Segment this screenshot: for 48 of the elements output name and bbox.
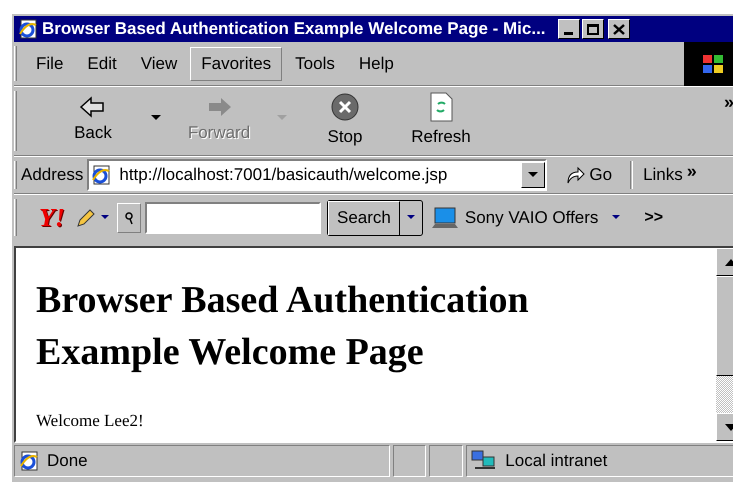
dropdown-caret-icon[interactable] [151,115,161,121]
browser-logo-icon [18,19,38,39]
menu-item[interactable]: Help [348,46,405,80]
address-label: Address [21,164,84,186]
left-arrow-icon [79,96,107,118]
status-text: Done [47,450,88,472]
caret-icon [406,215,415,220]
window-title: Browser Based Authentication Example Welcome Page - Mic... [42,18,546,40]
close-button[interactable] [608,19,630,39]
caret-icon [528,172,538,178]
address-field[interactable]: http://localhost:7001/basicauth/welcome.jsp [87,159,548,191]
more-chevron[interactable]: » [724,89,733,155]
pencil-icon[interactable] [75,206,97,228]
toolbar-button[interactable]: Back [55,96,131,146]
page-icon [91,165,112,185]
dropdown-caret-icon[interactable] [101,215,109,220]
links-button[interactable]: Links [643,162,683,188]
status-panel [392,445,426,477]
status-panel [429,445,464,477]
menu-item[interactable]: Favorites [190,46,282,80]
curved-arrow-icon [565,166,586,184]
welcome-text: Welcome Lee2! [36,410,145,432]
stop-icon [330,92,360,122]
refresh-icon [428,92,454,122]
network-computers-icon [471,450,498,472]
more-chevron[interactable]: » [686,158,697,184]
maximize-button[interactable] [582,19,604,39]
laptop-icon [430,206,459,230]
minimize-button[interactable] [558,19,580,39]
more-chevron[interactable]: >> [644,206,664,230]
throbber-logo-icon [684,42,733,86]
address-dropdown-button[interactable] [521,162,546,188]
toolbar-button[interactable]: Stop [307,92,383,150]
search-icon[interactable] [117,202,141,232]
toolbar-button[interactable]: Refresh [403,92,479,150]
search-field[interactable] [145,202,321,234]
close-icon [612,24,625,34]
page-icon [19,451,39,471]
search-button[interactable]: Search [328,200,400,234]
zone-text: Local intranet [505,450,608,472]
menu-item[interactable]: File [25,46,74,80]
menu-item[interactable]: Tools [284,46,346,80]
menu-item[interactable]: View [130,46,188,80]
dropdown-caret-icon[interactable] [612,215,620,220]
page-heading: Browser Based Authentication Example Welcome Page [36,278,530,375]
go-button[interactable]: Go [561,162,616,188]
menu-item[interactable]: Edit [76,46,128,80]
offers-link[interactable]: Sony VAIO Offers [464,204,598,230]
